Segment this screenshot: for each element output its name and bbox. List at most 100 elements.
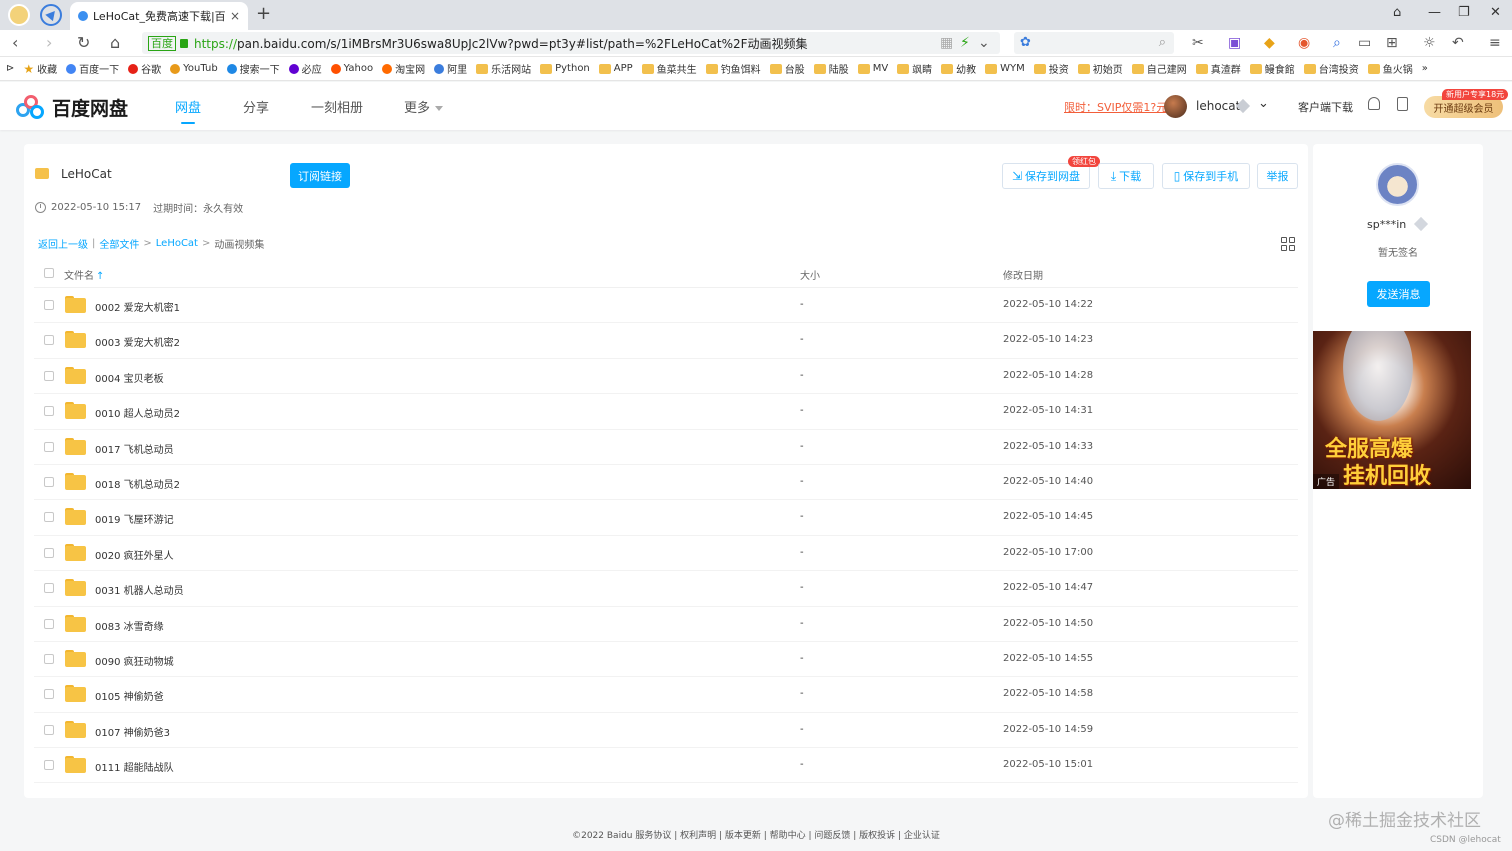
zoom-icon[interactable]: ⌕ (1333, 35, 1341, 51)
bookmark-item[interactable]: 台股 (769, 61, 805, 76)
restore-icon[interactable]: ❐ (1458, 5, 1470, 20)
bookmark-item[interactable]: 阿里 (434, 61, 467, 76)
column-date[interactable]: 修改日期 (1003, 267, 1043, 282)
file-name[interactable]: 0090 疯狂动物城 (95, 653, 174, 668)
row-checkbox[interactable] (44, 653, 54, 664)
row-checkbox[interactable] (44, 724, 54, 735)
close-window-icon[interactable]: ✕ (1490, 5, 1501, 20)
minimize-icon[interactable]: — (1428, 5, 1441, 20)
search-icon[interactable]: ⌕ (1159, 35, 1166, 50)
bookmark-item[interactable]: 台湾投资 (1303, 61, 1359, 76)
bookmark-item[interactable]: 真渣群 (1195, 61, 1241, 76)
grid-view-icon[interactable] (1281, 237, 1295, 251)
bookmark-item[interactable]: 百度一下 (66, 61, 119, 76)
home-icon[interactable]: ⌂ (110, 33, 120, 53)
row-checkbox[interactable] (44, 406, 54, 417)
svip-promo-link[interactable]: 限时：SVIP仅需1?元 (1064, 99, 1167, 115)
bookmark-item[interactable]: 投资 (1033, 61, 1069, 76)
breadcrumb-all-files[interactable]: 全部文件 (99, 236, 139, 251)
file-name[interactable]: 0107 神偷奶爸3 (95, 724, 170, 739)
user-avatar[interactable] (1164, 95, 1187, 118)
bookmark-item[interactable]: YouTub (170, 63, 218, 74)
table-row[interactable]: 0004 宝贝老板 - 2022-05-10 14:28 (34, 359, 1298, 395)
file-name[interactable]: 0018 飞机总动员2 (95, 476, 180, 491)
file-name[interactable]: 0019 飞屋环游记 (95, 511, 174, 526)
game-icon[interactable]: ◉ (1298, 35, 1310, 51)
row-checkbox[interactable] (44, 583, 54, 594)
file-name[interactable]: 0031 机器人总动员 (95, 582, 184, 597)
bookmark-item[interactable]: 谷歌 (128, 61, 161, 76)
client-download-link[interactable]: 客户端下载 (1298, 99, 1353, 115)
baidu-netdisk-logo[interactable]: 百度网盘 (16, 94, 128, 121)
bookmark-item[interactable]: 搜索一下 (226, 61, 280, 76)
sharer-avatar[interactable] (1376, 163, 1419, 206)
bookmark-item[interactable]: 钓鱼饵料 (705, 61, 761, 76)
bookmark-item[interactable]: Python (540, 63, 590, 74)
bookmark-item[interactable]: MV (857, 63, 888, 74)
new-tab-button[interactable]: + (256, 3, 271, 24)
reload-icon[interactable]: ↻ (77, 33, 90, 53)
table-row[interactable]: 0090 疯狂动物城 - 2022-05-10 14:55 (34, 642, 1298, 678)
table-row[interactable]: 0010 超人总动员2 - 2022-05-10 14:31 (34, 394, 1298, 430)
row-checkbox[interactable] (44, 441, 54, 452)
profile-avatar-icon[interactable] (8, 4, 30, 26)
column-size[interactable]: 大小 (800, 267, 820, 282)
bookmark-item[interactable]: APP (598, 63, 633, 74)
bookmark-item[interactable]: 必应 (288, 61, 322, 76)
apps-grid-icon[interactable]: ⊞ (1386, 35, 1398, 51)
forward-icon[interactable]: › (46, 33, 52, 53)
bookmark-item[interactable]: WYM (985, 63, 1025, 74)
translate-icon[interactable]: ▣ (1228, 35, 1241, 51)
file-name[interactable]: 0111 超能陆战队 (95, 759, 174, 774)
username[interactable]: lehocat (1196, 99, 1240, 113)
row-checkbox[interactable] (44, 476, 54, 487)
clipboard-icon[interactable] (1397, 97, 1408, 111)
bookmark-item[interactable]: ★ 收藏 (23, 61, 57, 77)
tab-list-icon[interactable]: ⌂ (1393, 5, 1401, 20)
file-name[interactable]: 0017 飞机总动员 (95, 441, 174, 456)
bookmark-item[interactable]: 幼教 (941, 61, 976, 76)
chevron-down-icon[interactable]: ⌄ (978, 35, 990, 51)
save-to-phone-button[interactable]: ▯ 保存到手机 (1162, 163, 1250, 189)
row-checkbox[interactable] (44, 689, 54, 700)
table-row[interactable]: 0003 爱宠大机密2 - 2022-05-10 14:23 (34, 323, 1298, 359)
bell-icon[interactable] (1368, 97, 1380, 110)
download-button[interactable]: ⤓ 下载 (1098, 163, 1154, 189)
bookmark-item[interactable]: 乐活网站 (476, 61, 531, 76)
table-row[interactable]: 0105 神偷奶爸 - 2022-05-10 14:58 (34, 677, 1298, 713)
bookmark-item[interactable]: 鱼菜共生 (641, 61, 697, 76)
nav-album[interactable]: 一刻相册 (311, 97, 363, 116)
bookmarks-more-icon[interactable]: » (1422, 63, 1428, 74)
menu-icon[interactable]: ≡ (1489, 35, 1501, 51)
navigation-icon[interactable] (40, 4, 62, 26)
file-name[interactable]: 0010 超人总动员2 (95, 405, 180, 420)
back-icon[interactable]: ‹ (12, 33, 18, 53)
bookmark-item[interactable]: 陆股 (813, 61, 849, 76)
breadcrumb-back[interactable]: 返回上一级 (38, 236, 88, 251)
undo-icon[interactable]: ↶ (1452, 35, 1464, 51)
screenshot-icon[interactable]: ▭ (1358, 35, 1371, 51)
bookmark-item[interactable]: 淘宝网 (382, 61, 425, 76)
breadcrumb-folder[interactable]: LeHoCat (156, 238, 198, 249)
nav-more[interactable]: 更多 (404, 97, 444, 116)
row-checkbox[interactable] (44, 335, 54, 346)
bookmark-item[interactable]: Yahoo (330, 63, 373, 74)
file-name[interactable]: 0004 宝贝老板 (95, 370, 164, 385)
select-all-checkbox[interactable] (44, 268, 54, 278)
bookmark-item[interactable]: 鳗食館 (1249, 61, 1295, 76)
lightning-icon[interactable]: ⚡ (960, 35, 970, 51)
report-button[interactable]: 举报 (1257, 163, 1298, 189)
sidebar-toggle-icon[interactable]: ⊳ (6, 63, 14, 74)
search-engine-box[interactable]: ✿ ⌕ (1014, 32, 1174, 54)
table-row[interactable]: 0031 机器人总动员 - 2022-05-10 14:47 (34, 571, 1298, 607)
row-checkbox[interactable] (44, 547, 54, 558)
subscribe-link-button[interactable]: 订阅链接 (290, 163, 350, 188)
bookmark-item[interactable]: 初始页 (1077, 61, 1123, 76)
file-name[interactable]: 0083 冰雪奇缘 (95, 618, 164, 633)
shield-icon[interactable]: ◆ (1264, 35, 1275, 51)
row-checkbox[interactable] (44, 300, 54, 310)
nav-netdisk[interactable]: 网盘 (175, 97, 201, 116)
row-checkbox[interactable] (44, 370, 54, 381)
column-name[interactable]: 文件名 ↑ (64, 267, 104, 282)
browser-tab[interactable]: LeHoCat_免费高速下载|百度网 × (70, 2, 248, 30)
